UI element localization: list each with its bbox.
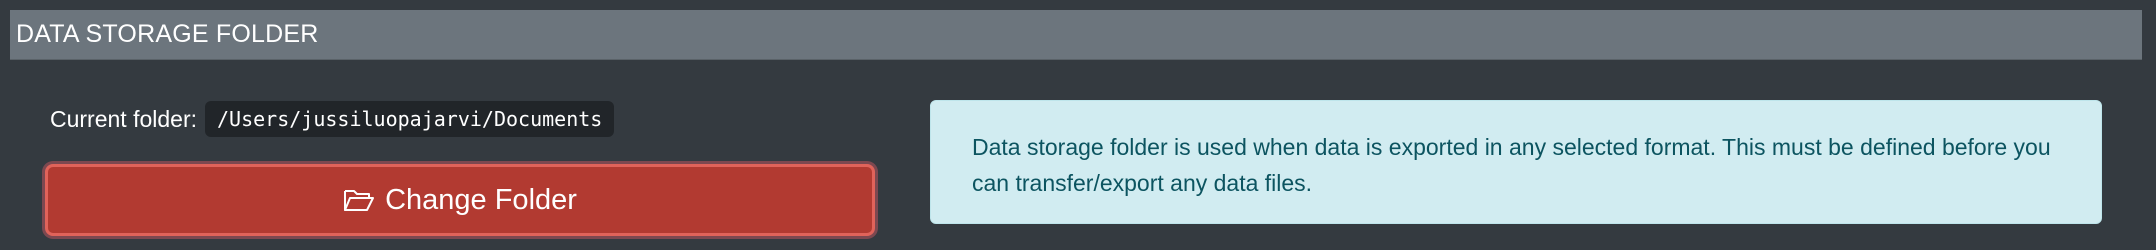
- info-alert: Data storage folder is used when data is…: [930, 100, 2102, 224]
- current-folder-path: /Users/jussiluopajarvi/Documents: [205, 101, 615, 137]
- current-folder-label: Current folder:: [50, 105, 198, 132]
- current-folder-row: Current folder: /Users/jussiluopajarvi/D…: [50, 101, 615, 137]
- change-folder-button[interactable]: Change Folder: [45, 164, 875, 236]
- section-title: DATA STORAGE FOLDER: [16, 20, 319, 48]
- data-storage-panel: DATA STORAGE FOLDER Current folder: /Use…: [0, 0, 2156, 250]
- section-header: DATA STORAGE FOLDER: [10, 10, 2142, 60]
- folder-open-icon: [343, 187, 375, 213]
- change-folder-label: Change Folder: [385, 183, 577, 216]
- info-text: Data storage folder is used when data is…: [972, 134, 2051, 196]
